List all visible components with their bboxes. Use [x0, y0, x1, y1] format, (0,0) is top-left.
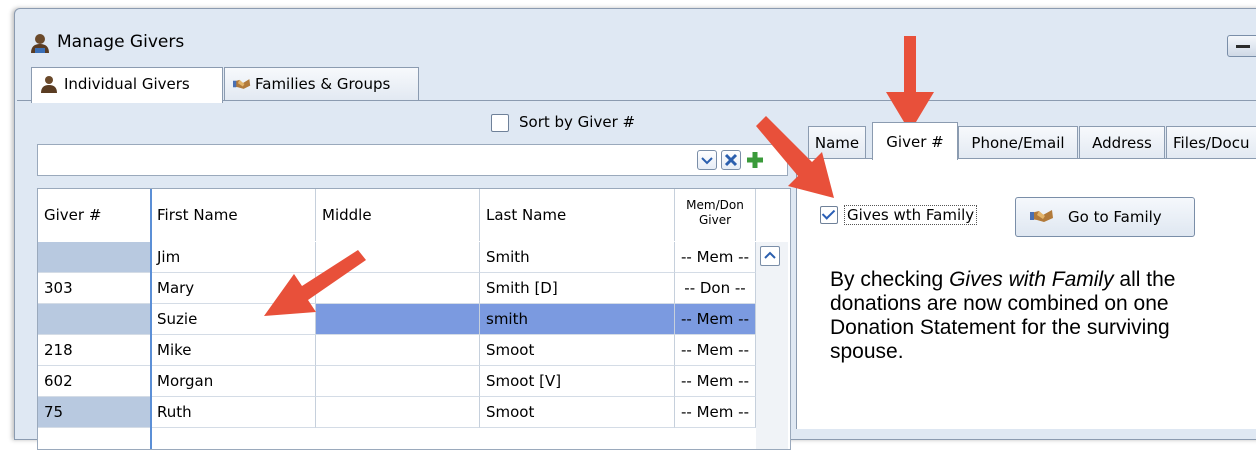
sort-checkbox[interactable]	[491, 114, 509, 132]
chevron-down-icon	[701, 157, 713, 165]
gives-with-family-checkbox[interactable]	[820, 206, 838, 224]
table-cell: Smoot [V]	[480, 366, 675, 397]
note-text: By checking	[830, 268, 950, 291]
table-row[interactable]: Jim Smith -- Mem --	[38, 242, 756, 273]
go-to-family-label: Go to Family	[1068, 208, 1162, 226]
table-cell: Ruth	[151, 397, 316, 428]
search-input[interactable]	[37, 144, 788, 176]
chevron-up-icon	[764, 251, 776, 259]
dropdown-button[interactable]	[697, 150, 717, 170]
table-row[interactable]: 303 Mary Smith [D] -- Don --	[38, 273, 756, 304]
table-cell: -- Mem --	[675, 304, 756, 335]
table-cell: -- Mem --	[675, 397, 756, 428]
table-cell	[38, 304, 151, 335]
table-cell: 218	[38, 335, 151, 366]
header-line: Giver	[698, 213, 732, 227]
header-line: Mem/Don	[686, 198, 744, 212]
table-cell: -- Don --	[675, 273, 756, 304]
table-cell: -- Mem --	[675, 242, 756, 273]
tab-families-groups[interactable]: Families & Groups	[224, 67, 419, 100]
table-cell: 75	[38, 397, 151, 428]
arrow-down-annotation	[886, 36, 934, 132]
close-icon	[724, 153, 738, 167]
table-cell: Mike	[151, 335, 316, 366]
handshake-icon	[1030, 210, 1053, 222]
column-header-first-name[interactable]: First Name	[151, 189, 316, 241]
tab-files-docs[interactable]: Files/Docu	[1166, 126, 1256, 159]
table-cell: Smoot	[480, 397, 675, 428]
table-row[interactable]: 218 Mike Smoot -- Mem --	[38, 335, 756, 366]
column-header-giver[interactable]: Giver #	[38, 189, 151, 241]
column-divider	[150, 189, 152, 449]
table-cell: 602	[38, 366, 151, 397]
table-cell: 303	[38, 273, 151, 304]
column-header-mem-don[interactable]: Mem/Don Giver	[675, 189, 756, 241]
givers-table: Giver # First Name Middle Last Name Mem/…	[37, 188, 791, 450]
tab-address[interactable]: Address	[1079, 126, 1165, 159]
scrollbar[interactable]	[756, 242, 788, 449]
table-row[interactable]: Suzie smith -- Mem --	[38, 304, 756, 335]
sort-label: Sort by Giver #	[519, 113, 636, 131]
person-icon	[31, 34, 49, 53]
go-to-family-button[interactable]: Go to Family	[1015, 197, 1195, 237]
table-row[interactable]: 75 Ruth Smoot -- Mem --	[38, 397, 756, 428]
table-cell: Morgan	[151, 366, 316, 397]
tab-phone-email[interactable]: Phone/Email	[958, 126, 1078, 159]
title-bar: Manage Givers	[15, 9, 1256, 65]
arrow-diagonal-annotation	[756, 116, 834, 198]
table-cell	[316, 335, 480, 366]
tab-label: Families & Groups	[255, 75, 391, 93]
table-cell: -- Mem --	[675, 335, 756, 366]
table-cell: smith	[480, 304, 675, 335]
minimize-button[interactable]	[1227, 35, 1256, 57]
tab-label: Individual Givers	[64, 75, 190, 93]
tab-individual-givers[interactable]: Individual Givers	[31, 67, 223, 103]
table-row[interactable]: 602 Morgan Smoot [V] -- Mem --	[38, 366, 756, 397]
column-header-middle[interactable]: Middle	[316, 189, 480, 241]
table-cell: Smith	[480, 242, 675, 273]
table-cell	[38, 242, 151, 273]
arrow-left-annotation	[264, 250, 366, 316]
window-title: Manage Givers	[57, 32, 185, 52]
gives-with-family-label: Gives wth Family	[844, 205, 978, 225]
table-cell	[316, 397, 480, 428]
column-header-last-name[interactable]: Last Name	[480, 189, 675, 241]
note-emphasis: Gives with Family	[949, 268, 1114, 291]
table-cell: Smith [D]	[480, 273, 675, 304]
table-cell: Smoot	[480, 335, 675, 366]
table-cell	[316, 366, 480, 397]
person-icon	[41, 76, 57, 93]
tab-giver-number[interactable]: Giver #	[872, 122, 958, 160]
clear-search-button[interactable]	[721, 150, 741, 170]
handshake-icon	[233, 79, 251, 89]
table-cell: -- Mem --	[675, 366, 756, 397]
annotation-text: By checking Gives with Family all the do…	[830, 268, 1230, 364]
scroll-up-button[interactable]	[760, 246, 780, 266]
